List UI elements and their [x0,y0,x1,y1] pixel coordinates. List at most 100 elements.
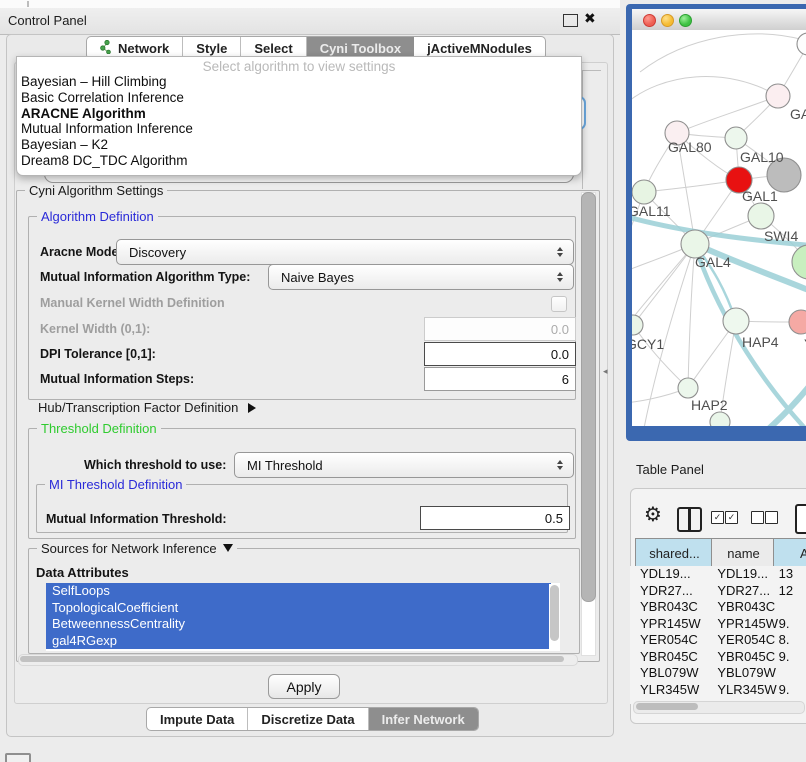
hidden-group-border [582,70,601,189]
dropdown-item[interactable]: Bayesian – K2 [17,137,581,153]
cell: YLR345W [717,682,778,699]
node-gal11[interactable] [632,180,656,204]
control-panel-titlebar [0,8,620,35]
attribute-item[interactable]: gal4RGexp [46,633,551,650]
tab-network-label: Network [118,41,169,56]
node-gal-partial[interactable] [766,84,790,108]
splitter-collapse-icon[interactable]: ◂ [603,366,608,377]
cell: YPR145W [717,616,778,633]
dropdown-item[interactable]: Basic Correlation Inference [17,90,581,106]
attributes-scrollbar-thumb[interactable] [550,585,559,641]
node-label: SWI4 [764,228,798,244]
kernel-width-field[interactable]: 0.0 [424,317,576,341]
dpi-tolerance-field[interactable]: 0.0 [424,342,576,366]
tab-discretize-data[interactable]: Discretize Data [248,708,368,730]
node-partial-bottom[interactable] [710,412,730,426]
node-gcy1[interactable] [632,315,643,335]
table-row[interactable]: YBR045C YBR045C 9. [630,649,806,666]
sources-title-text: Sources for Network Inference [41,541,217,556]
dropdown-item[interactable]: Mutual Information Inference [17,121,581,137]
hub-definition-expander[interactable]: Hub/Transcription Factor Definition [38,400,256,415]
settings-scrollbar-thumb[interactable] [581,192,596,602]
columns-icon[interactable] [677,507,702,532]
network-window-titlebar[interactable] [632,9,806,31]
aracne-mode-combo[interactable]: Discovery [116,239,574,265]
tab-impute-data[interactable]: Impute Data [147,708,248,730]
column-header-name[interactable]: name [711,538,776,568]
mi-type-value: Naive Bayes [269,270,553,285]
network-canvas[interactable]: GAL GAL80 GAL10 GAL1 GAL11 SWI4 GAL4 GCY… [632,30,806,426]
minimize-traffic-light[interactable] [661,14,674,27]
which-threshold-value: MI Threshold [235,458,553,473]
mi-steps-label: Mutual Information Steps: [40,372,194,386]
node-hap4[interactable] [723,308,749,334]
column-header-partial[interactable]: A [773,538,806,568]
table-row[interactable]: YPR145W YPR145W 9. [630,616,806,633]
close-icon[interactable]: ✖ [584,10,596,27]
table-row[interactable]: YDL19... YDL19... 13 [630,566,806,583]
floating-panel-icon[interactable] [5,753,31,762]
zoom-traffic-light[interactable] [679,14,692,27]
dpi-tolerance-label: DPI Tolerance [0,1]: [40,347,156,361]
tab-jactivemnodules-label: jActiveMNodules [427,41,532,56]
document-icon[interactable] [795,504,806,534]
combo-stepper-icon [553,460,567,470]
tab-infer-network-label: Infer Network [382,712,465,727]
algorithm-definition-title: Algorithm Definition [37,209,158,224]
gear-icon[interactable]: ⚙ [644,504,662,526]
node-label: GAL4 [695,254,731,270]
settings-hscrollbar-thumb[interactable] [20,656,564,662]
checked-checkbox-icon[interactable]: ✓ [725,511,738,524]
cell [779,665,806,682]
node-label: GAL11 [632,203,671,219]
close-traffic-light[interactable] [643,14,656,27]
cell: YBR045C [717,649,778,666]
checked-checkbox-icon[interactable]: ✓ [711,511,724,524]
table-row[interactable]: YBL079W YBL079W [630,665,806,682]
network-graph: GAL GAL80 GAL10 GAL1 GAL11 SWI4 GAL4 GCY… [632,30,806,426]
mi-threshold-group-title: MI Threshold Definition [45,477,186,492]
apply-button[interactable]: Apply [268,674,340,699]
collapse-down-icon [223,544,233,552]
tab-select-label: Select [254,41,292,56]
node-salmon[interactable] [789,310,806,334]
node-label: GAL1 [742,188,778,204]
dropdown-item[interactable]: Dream8 DC_TDC Algorithm [17,153,581,169]
cell: YDR27... [717,583,778,600]
attribute-item[interactable]: SelfLoops [46,583,551,600]
node-hap2[interactable] [678,378,698,398]
unchecked-checkbox-icon[interactable] [765,511,778,524]
node-swi4[interactable] [748,203,774,229]
node-label: HAP4 [742,334,779,350]
manual-kernel-label: Manual Kernel Width Definition [40,296,225,310]
node-gal10[interactable] [725,127,747,149]
unchecked-checkbox-icon[interactable] [751,511,764,524]
which-threshold-combo[interactable]: MI Threshold [234,452,574,478]
mi-type-combo[interactable]: Naive Bayes [268,264,574,290]
cell: YBL079W [717,665,778,682]
table-row[interactable]: YBR043C YBR043C [630,599,806,616]
attribute-item[interactable]: TopologicalCoefficient [46,600,551,617]
node-partial-top[interactable] [797,33,806,55]
tab-infer-network[interactable]: Infer Network [369,708,478,730]
threshold-definition-title: Threshold Definition [37,421,161,436]
aracne-mode-label: Aracne Mode: [40,245,123,259]
mi-steps-field[interactable]: 6 [424,367,576,391]
float-window-icon[interactable] [563,14,578,27]
node-green-partial[interactable] [792,245,806,279]
manual-kernel-checkbox[interactable] [551,296,567,312]
table-row[interactable]: YDR27... YDR27... 12 [630,583,806,600]
mi-threshold-field[interactable]: 0.5 [420,506,570,530]
cell: 8. [779,632,806,649]
sources-group-title[interactable]: Sources for Network Inference [37,541,237,556]
attribute-item[interactable]: BetweennessCentrality [46,616,551,633]
dropdown-item-selected[interactable]: ARACNE Algorithm [17,106,581,122]
table-hscrollbar-thumb[interactable] [636,703,698,710]
column-header-shared[interactable]: shared... [635,538,714,568]
dropdown-item[interactable]: Bayesian – Hill Climbing [17,74,581,90]
table-row[interactable]: YLR345W YLR345W 9. [630,682,806,699]
node-label: GAL [790,106,806,122]
table-row[interactable]: YER054C YER054C 8. [630,632,806,649]
network-teal-edges [632,216,806,426]
app-window: Control Panel ✖ Network Style Select [0,0,806,762]
